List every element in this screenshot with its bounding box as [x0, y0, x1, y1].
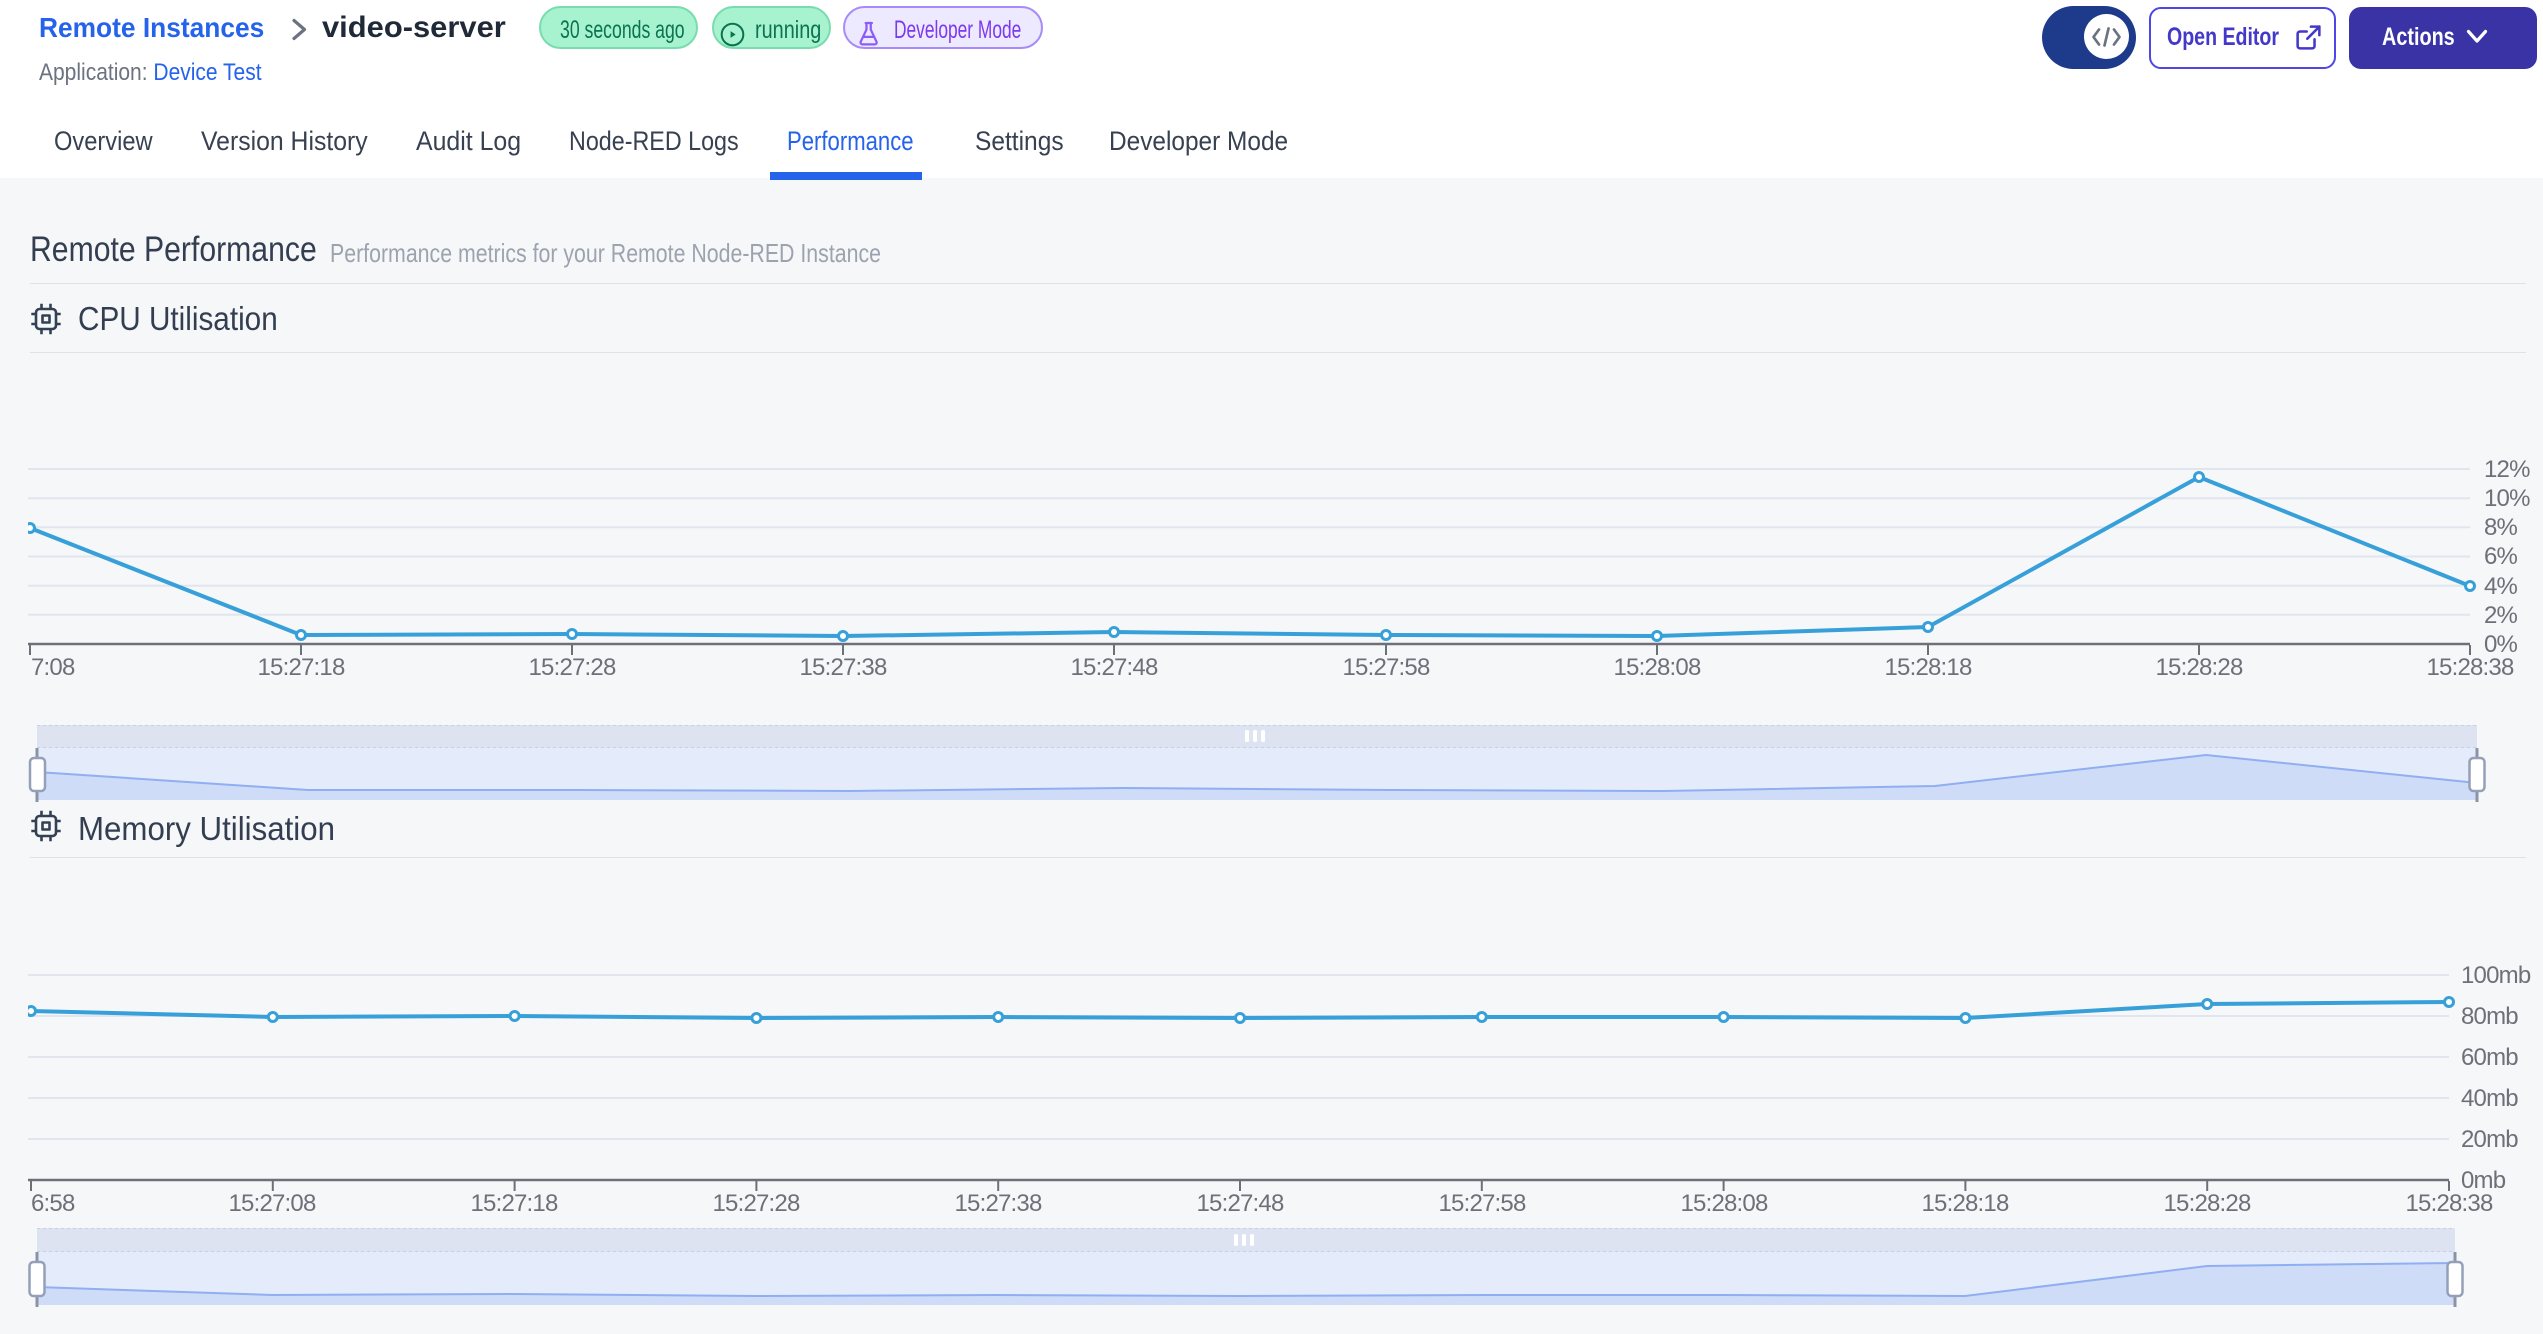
svg-text:15:27:38: 15:27:38: [799, 654, 886, 681]
svg-text:15:27:18: 15:27:18: [470, 1190, 557, 1217]
svg-text:8%: 8%: [2484, 514, 2518, 541]
svg-text:6%: 6%: [2484, 543, 2518, 570]
svg-text:100mb: 100mb: [2461, 962, 2531, 989]
svg-text:40mb: 40mb: [2461, 1085, 2518, 1112]
svg-text:15:28:18: 15:28:18: [1921, 1190, 2008, 1217]
svg-text:15:28:38: 15:28:38: [2405, 1190, 2492, 1217]
svg-text:15:28:28: 15:28:28: [2155, 654, 2242, 681]
svg-text:15:28:08: 15:28:08: [1680, 1190, 1767, 1217]
svg-text:15:27:28: 15:27:28: [528, 654, 615, 681]
svg-text:15:28:18: 15:28:18: [1884, 654, 1971, 681]
svg-text:4%: 4%: [2484, 573, 2518, 600]
svg-text:15:28:38: 15:28:38: [2426, 654, 2513, 681]
svg-text:15:27:48: 15:27:48: [1070, 654, 1157, 681]
svg-text:6:58: 6:58: [31, 1190, 75, 1217]
svg-text:15:27:08: 15:27:08: [228, 1190, 315, 1217]
svg-text:15:27:48: 15:27:48: [1196, 1190, 1283, 1217]
svg-text:2%: 2%: [2484, 602, 2518, 629]
svg-text:15:27:18: 15:27:18: [257, 654, 344, 681]
svg-text:15:28:08: 15:28:08: [1613, 654, 1700, 681]
svg-text:15:28:28: 15:28:28: [2163, 1190, 2250, 1217]
svg-text:15:27:28: 15:27:28: [712, 1190, 799, 1217]
svg-text:7:08: 7:08: [31, 654, 75, 681]
svg-text:20mb: 20mb: [2461, 1126, 2518, 1153]
svg-text:10%: 10%: [2484, 485, 2530, 512]
svg-text:15:27:58: 15:27:58: [1438, 1190, 1525, 1217]
svg-text:80mb: 80mb: [2461, 1003, 2518, 1030]
svg-text:15:27:38: 15:27:38: [954, 1190, 1041, 1217]
svg-text:60mb: 60mb: [2461, 1044, 2518, 1071]
svg-text:12%: 12%: [2484, 456, 2530, 483]
svg-text:15:27:58: 15:27:58: [1342, 654, 1429, 681]
